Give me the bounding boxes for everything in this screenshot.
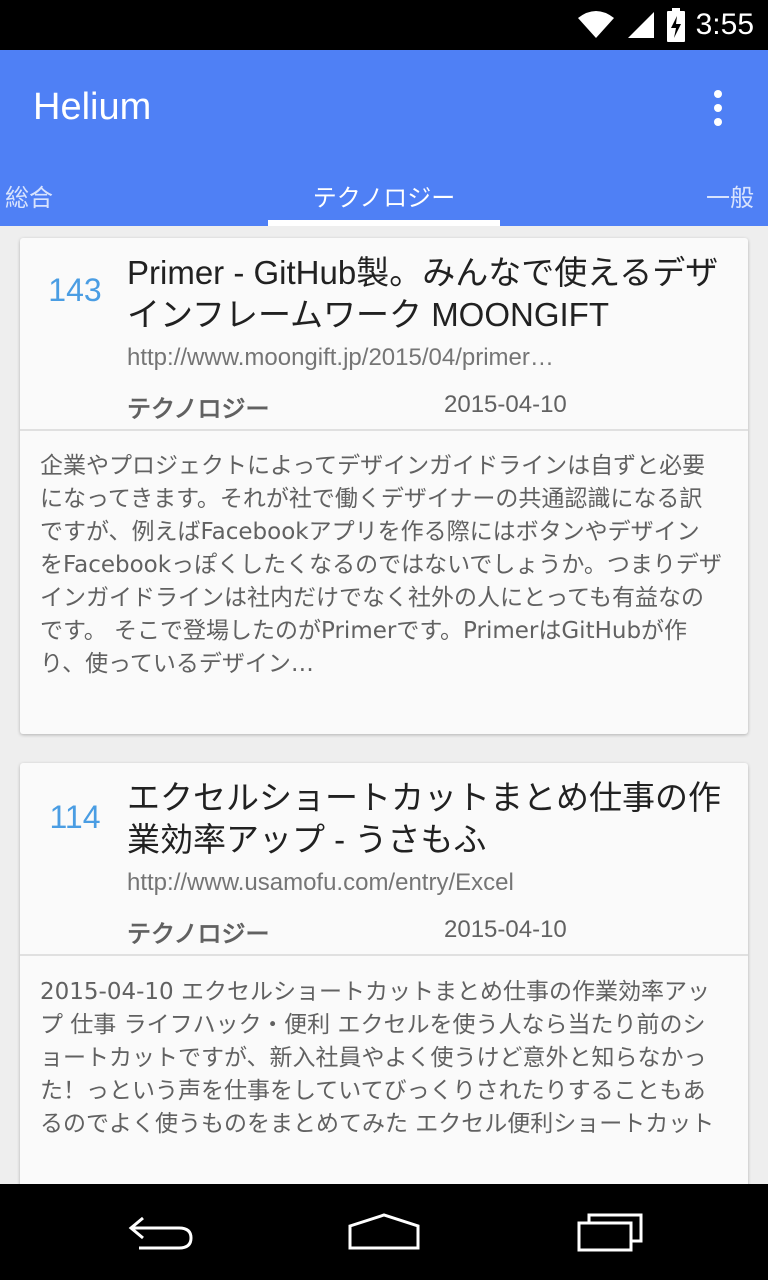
tab-sougou[interactable]: 総合 [0, 170, 64, 220]
entry-list[interactable]: 143 Primer - GitHub製。みんなで使えるデザインフレームワーク … [0, 226, 768, 1184]
back-icon[interactable] [120, 1208, 200, 1256]
entry-date: 2015-04-10 [444, 916, 567, 943]
entry-card[interactable]: 114 エクセルショートカットまとめ仕事の作業効率アップ - うさもふ http… [20, 763, 748, 1184]
tab-bar: 総合 テクノロジー 一般 [0, 170, 768, 226]
entry-category: テクノロジー [127, 395, 270, 423]
navigation-bar [0, 1184, 768, 1280]
tab-general[interactable]: 一般 [706, 170, 768, 220]
entry-title[interactable]: Primer - GitHub製。みんなで使えるデザインフレームワーク MOON… [127, 252, 738, 336]
recents-icon[interactable] [570, 1208, 650, 1256]
wifi-icon [576, 10, 616, 40]
entry-summary: 2015-04-10 エクセルショートカットまとめ仕事の作業効率アップ 仕事 ラ… [40, 979, 715, 1137]
entry-title[interactable]: エクセルショートカットまとめ仕事の作業効率アップ - うさもふ [127, 777, 738, 861]
app-title: Helium [33, 86, 152, 128]
app-bar: Helium 総合 テクノロジー 一般 [0, 50, 768, 226]
cell-signal-icon [626, 10, 656, 40]
entry-card[interactable]: 143 Primer - GitHub製。みんなで使えるデザインフレームワーク … [20, 238, 748, 734]
card-divider [20, 429, 748, 431]
card-divider [20, 954, 748, 956]
overflow-menu-icon[interactable] [698, 88, 738, 128]
tab-technology[interactable]: テクノロジー [268, 170, 500, 220]
entry-url[interactable]: http://www.moongift.jp/2015/04/primer… [127, 344, 658, 372]
home-icon[interactable] [344, 1208, 424, 1256]
battery-charging-icon [666, 8, 686, 42]
entry-date: 2015-04-10 [444, 391, 567, 418]
entry-category: テクノロジー [127, 920, 270, 948]
bookmark-count: 143 [48, 272, 102, 308]
entry-summary: 企業やプロジェクトによってデザインガイドラインは自ずと必要になってきます。それが… [40, 453, 722, 677]
bookmark-count: 114 [49, 799, 101, 835]
status-bar: 3:55 [0, 0, 768, 50]
status-time: 3:55 [695, 8, 754, 41]
entry-url[interactable]: http://www.usamofu.com/entry/Excel [127, 869, 658, 897]
